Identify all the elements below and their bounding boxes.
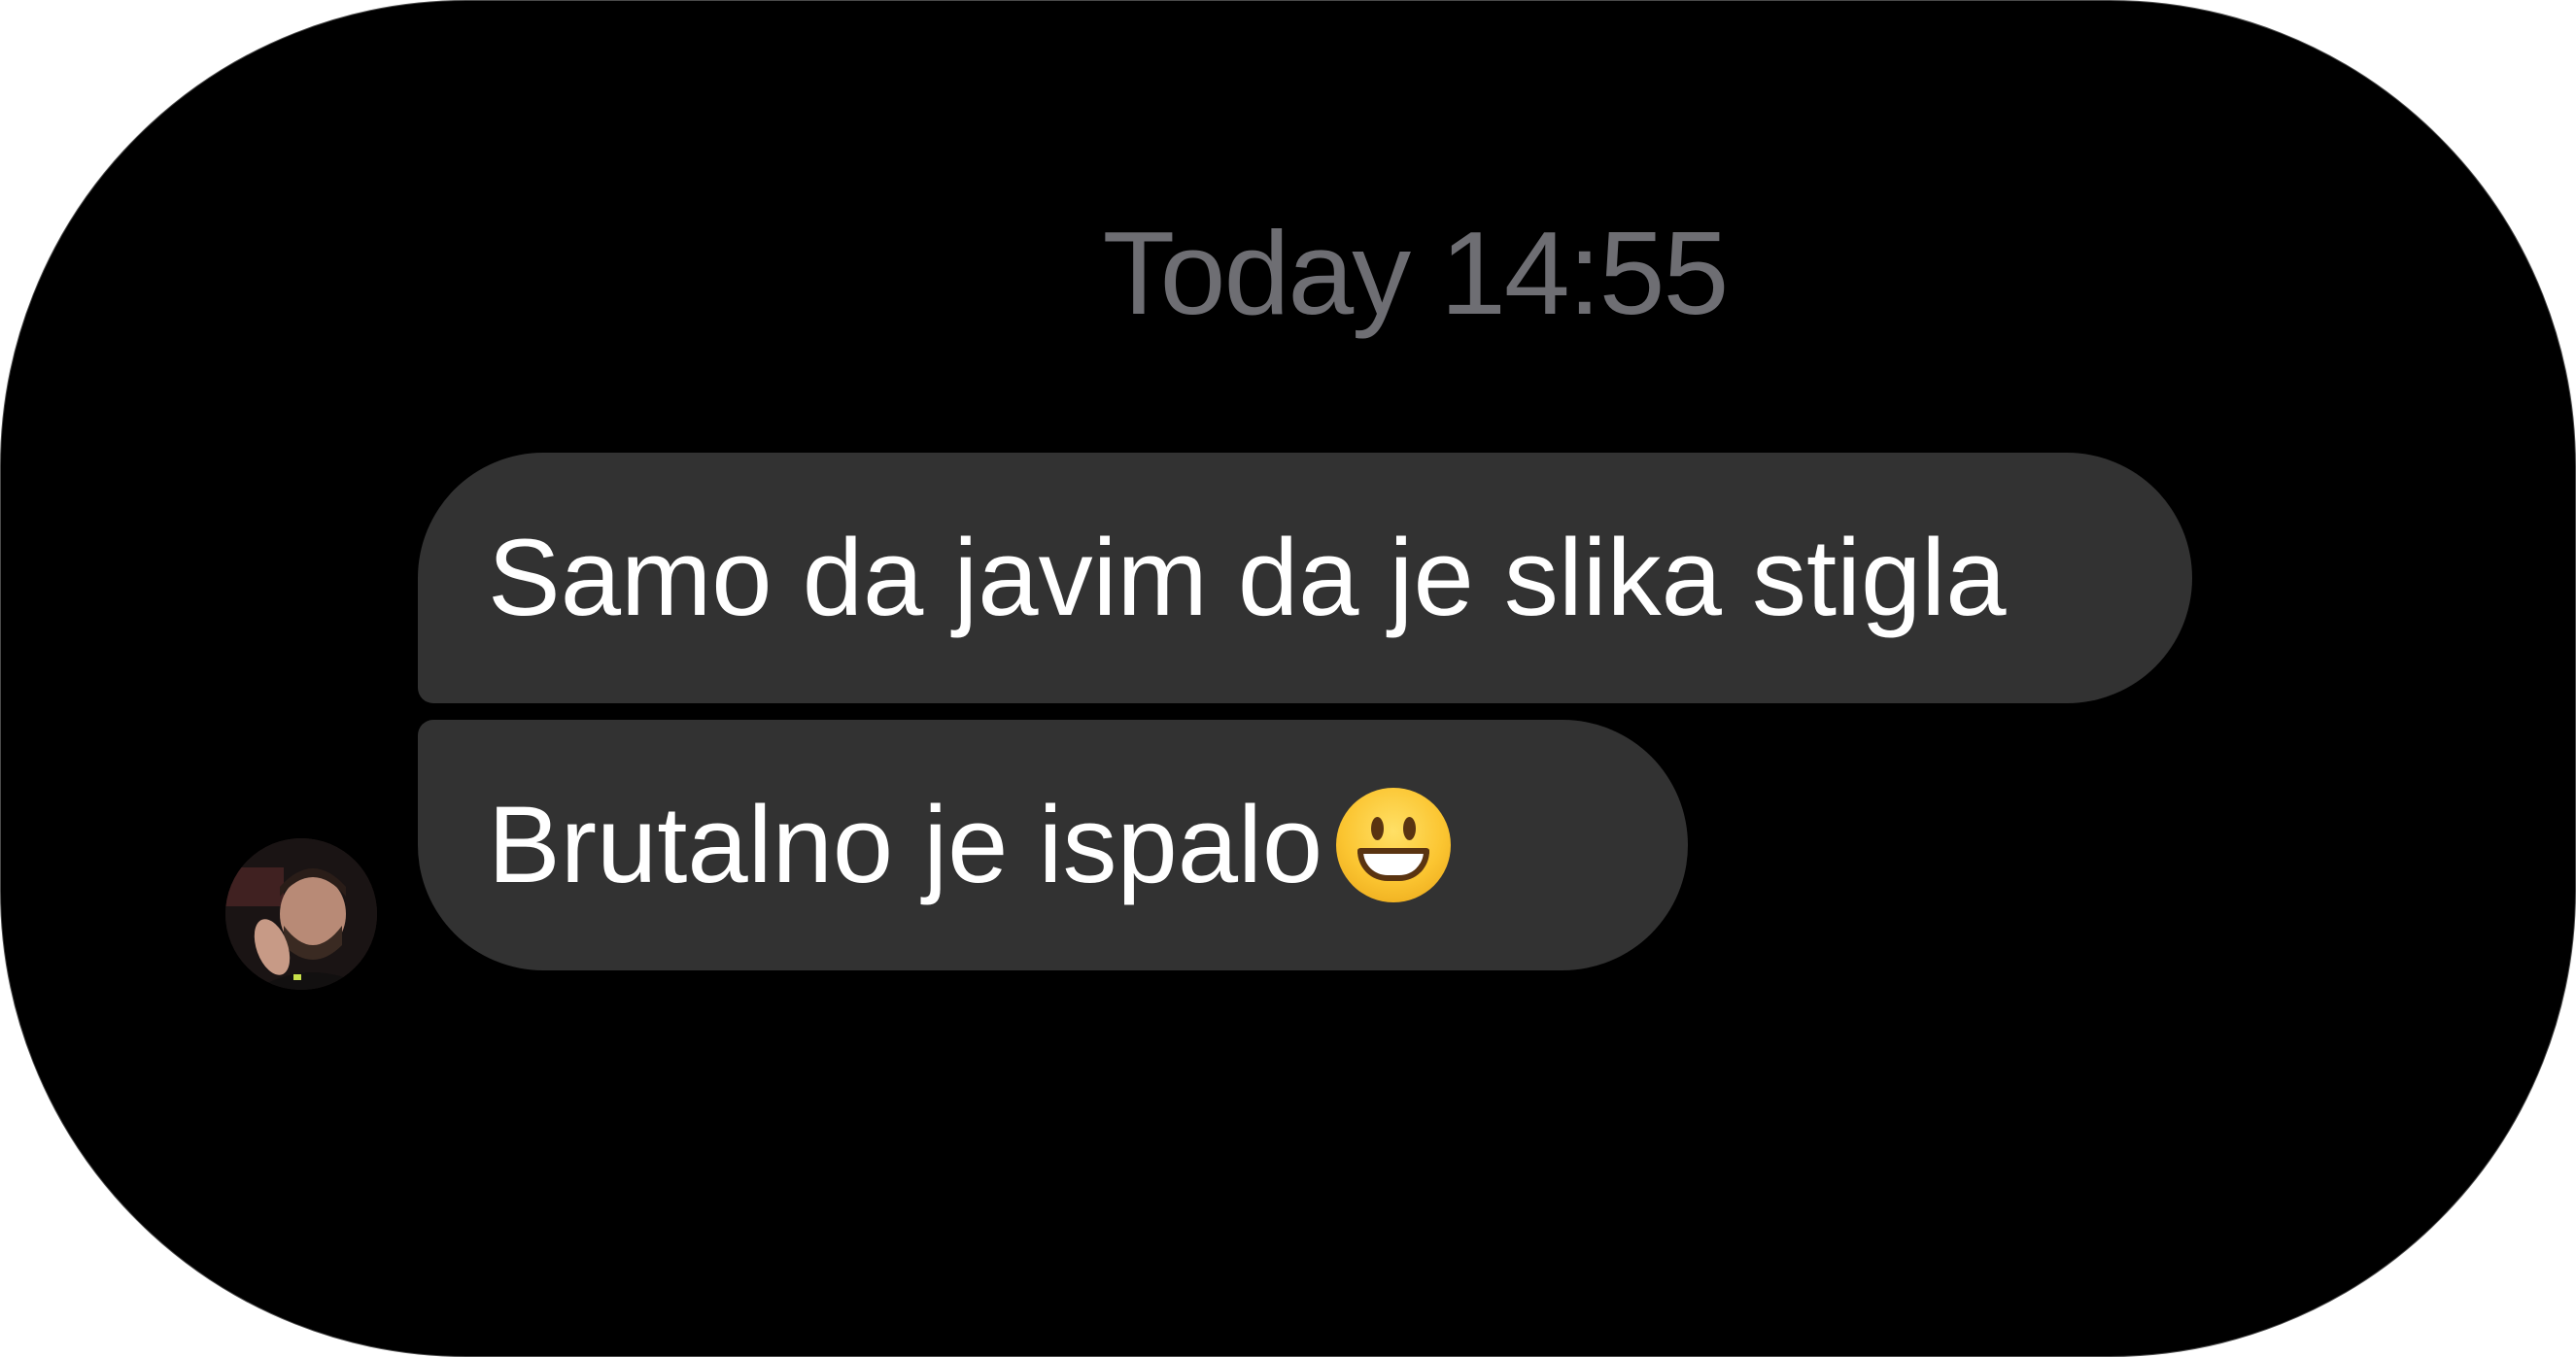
message-bubble[interactable]: Brutalno je ispalo bbox=[418, 720, 1688, 970]
avatar-photo bbox=[225, 838, 377, 990]
grinning-face-icon bbox=[1336, 788, 1452, 902]
avatar[interactable] bbox=[225, 838, 377, 990]
chat-window: Today 14:55 Samo da javim da je slika st… bbox=[0, 0, 2576, 1357]
message-bubble[interactable]: Samo da javim da je slika stigla bbox=[418, 453, 2192, 703]
message-timestamp: Today 14:55 bbox=[1102, 207, 1730, 339]
message-text: Samo da javim da je slika stigla bbox=[488, 517, 2007, 638]
message-text: Brutalno je ispalo bbox=[488, 784, 1323, 905]
